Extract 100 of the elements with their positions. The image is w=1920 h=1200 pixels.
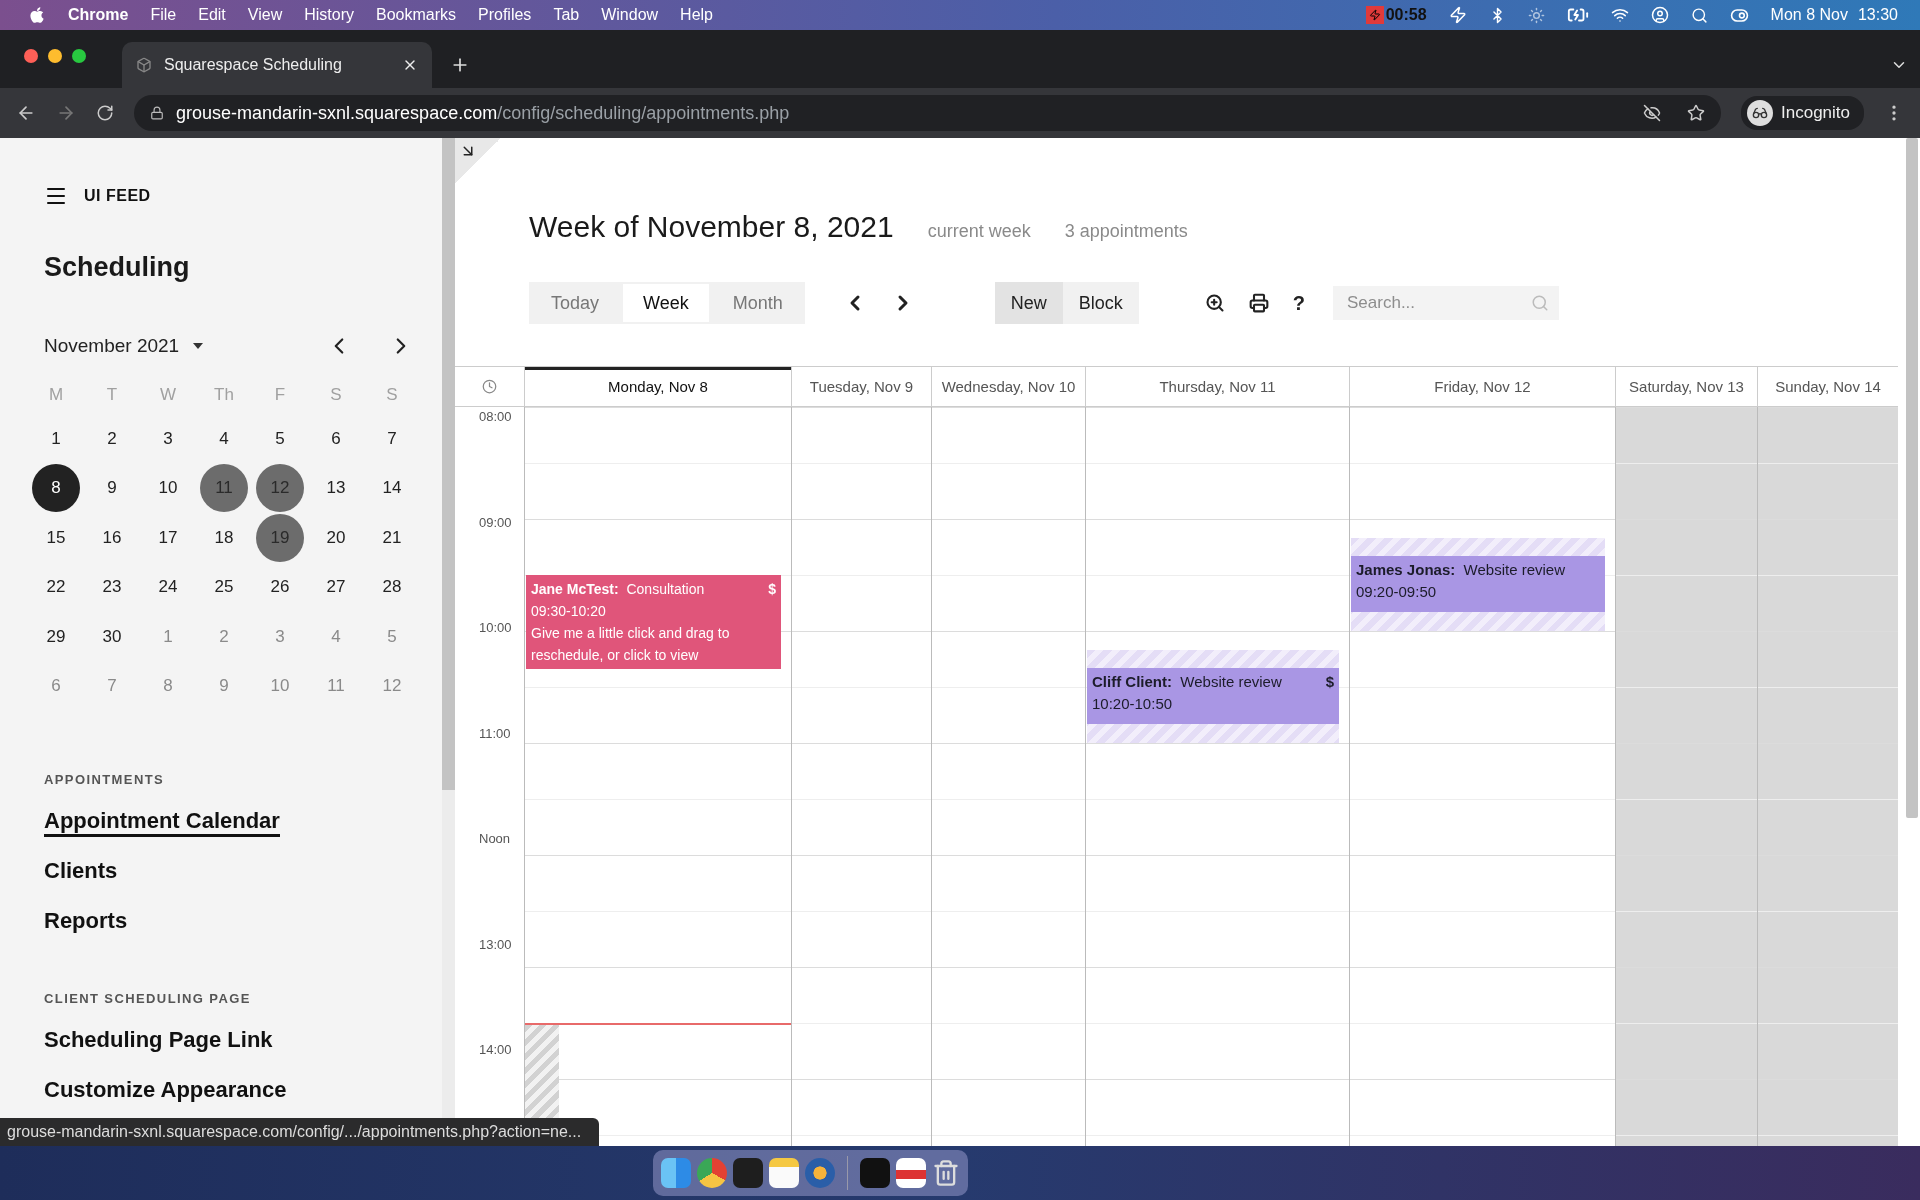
brand-name[interactable]: UI FEED (84, 187, 151, 205)
time-label: 11:00 (479, 725, 511, 741)
time-label: 14:00 (479, 1042, 512, 1058)
zoom-window-icon[interactable] (72, 49, 86, 63)
day-header[interactable]: Monday, Nov 8 (524, 367, 791, 407)
menu-item[interactable]: File (150, 6, 177, 24)
wifi-icon[interactable] (1610, 6, 1629, 24)
nav-link[interactable]: Reports (44, 909, 128, 937)
weekday-label: S (329, 384, 343, 406)
menu-item[interactable]: Tab (553, 6, 580, 24)
action-button[interactable]: Block (1062, 282, 1139, 324)
section-heading: APPOINTMENTS (44, 772, 166, 787)
app-icon[interactable] (859, 1158, 890, 1188)
calendar-day[interactable]: 13 (312, 464, 360, 512)
calendar-day[interactable]: 14 (368, 464, 416, 512)
view-tab[interactable]: Month (712, 284, 803, 322)
printer-icon[interactable] (1248, 293, 1269, 313)
app-icon[interactable] (732, 1158, 763, 1188)
calendar-day[interactable]: 8 (32, 464, 80, 512)
appointment-note: Give me a little click and drag to reschedule, or click to view (531, 624, 731, 665)
calendar-day[interactable]: 27 (312, 563, 360, 611)
view-tab[interactable]: Today (531, 284, 620, 322)
menu-item[interactable]: Window (601, 6, 659, 24)
calendar-day[interactable]: 1 (32, 414, 80, 463)
browser-tab[interactable]: Squarespace Scheduling (122, 42, 432, 88)
appointment-title: Cliff Client: Website review (1092, 672, 1282, 693)
menu-item[interactable]: Help (680, 6, 713, 24)
apple-icon[interactable] (28, 6, 46, 24)
calendar-day[interactable]: 18 (200, 513, 248, 562)
calendar-day[interactable]: 30 (88, 612, 136, 661)
app-icon[interactable] (660, 1158, 691, 1188)
calendar-day[interactable]: 17 (144, 513, 192, 562)
calendar-day[interactable]: 10 (144, 464, 192, 512)
menu-item[interactable]: Bookmarks (376, 6, 456, 24)
weekday-label: T (105, 384, 119, 406)
scrollbar-thumb[interactable] (1906, 138, 1918, 818)
calendar-day[interactable]: 3 (144, 414, 192, 463)
calendar-day[interactable]: 9 (88, 464, 136, 512)
clock-icon (482, 379, 497, 394)
calendar-day[interactable]: 26 (256, 563, 304, 611)
incognito-icon (1752, 105, 1768, 121)
menubar-time[interactable]: 13:30 (1857, 6, 1898, 24)
calendar-day[interactable]: 7 (368, 414, 416, 463)
app-icon[interactable] (895, 1158, 926, 1188)
profile-button[interactable]: Incognito (1741, 96, 1864, 130)
paid-mark: $ (768, 580, 776, 599)
calendar-day[interactable]: 20 (312, 513, 360, 562)
trash-icon[interactable] (931, 1159, 960, 1187)
search-icon[interactable] (1690, 6, 1708, 24)
weekday-label: S (385, 384, 399, 406)
caret-icon[interactable] (193, 343, 204, 349)
calendar-day[interactable]: 29 (32, 612, 80, 661)
nav-link[interactable]: Customize Appearance (44, 1078, 287, 1106)
calendar-day[interactable]: 25 (200, 563, 248, 611)
menubar-date[interactable]: Mon 8 Nov (1770, 6, 1848, 24)
month-label[interactable]: November 2021 (44, 335, 180, 357)
minimize-window-icon[interactable] (48, 49, 62, 63)
scrollbar-thumb[interactable] (442, 138, 455, 790)
nav-link[interactable]: Scheduling Page Link (44, 1028, 273, 1056)
app-icon[interactable] (804, 1158, 835, 1188)
paid-mark: $ (1325, 672, 1334, 693)
menu-item[interactable]: Chrome (68, 6, 129, 24)
close-window-icon[interactable] (24, 49, 38, 63)
menu-item[interactable]: History (304, 6, 354, 24)
day-column[interactable]: James Jonas: Website review 09:20-09:50 (1349, 407, 1615, 1146)
timer-icon[interactable] (1365, 6, 1384, 24)
appointment-card[interactable]: James Jonas: Website review 09:20-09:50 (1351, 556, 1605, 613)
cube-icon (136, 57, 152, 73)
menu-item[interactable]: View (247, 6, 283, 24)
zoom-in-icon[interactable] (1204, 293, 1225, 313)
bolt-icon[interactable] (1448, 6, 1467, 24)
day-column[interactable]: Cliff Client: Website review $ 10:20-10:50 (1085, 407, 1349, 1146)
app-icon[interactable] (768, 1158, 799, 1188)
appointment-card[interactable]: Cliff Client: Website review $ 10:20-10:50 (1087, 668, 1339, 725)
app-icon[interactable] (696, 1158, 727, 1188)
calendar-day[interactable]: 6 (312, 414, 360, 463)
calendar-day[interactable]: 21 (368, 513, 416, 562)
search-field[interactable]: Search... (1333, 286, 1559, 320)
calendar-day[interactable]: 15 (32, 513, 80, 562)
menu-item[interactable]: Edit (198, 6, 226, 24)
nav-link[interactable]: Appointment Calendar (44, 809, 280, 837)
user-icon[interactable] (1650, 6, 1669, 24)
menu-item[interactable]: Profiles (478, 6, 532, 24)
calendar-day[interactable]: 16 (88, 513, 136, 562)
address-field[interactable]: grouse-mandarin-sxnl.squarespace.com/config/scheduling/appointments.php (134, 95, 1721, 131)
calendar-day[interactable]: 2 (88, 414, 136, 463)
calendar-day[interactable]: 4 (200, 414, 248, 463)
calendar-day[interactable]: 28 (368, 563, 416, 611)
action-button[interactable]: New (994, 282, 1063, 324)
view-tab[interactable]: Week (623, 284, 709, 322)
calendar-day[interactable]: 22 (32, 563, 80, 611)
appointment-card[interactable]: Jane McTest: Consultation $ 09:30-10:20 Give me a little click and drag to reschedule, or click to view (526, 575, 781, 669)
calendar-day[interactable]: 5 (256, 414, 304, 463)
reload-icon[interactable] (96, 104, 114, 122)
help-button[interactable]: ? (1288, 291, 1309, 315)
appointment-title: James Jonas: Website review (1356, 560, 1565, 581)
sun-icon[interactable] (1527, 6, 1545, 24)
nav-link[interactable]: Clients (44, 859, 118, 887)
calendar-day[interactable]: 23 (88, 563, 136, 611)
calendar-day[interactable]: 24 (144, 563, 192, 611)
